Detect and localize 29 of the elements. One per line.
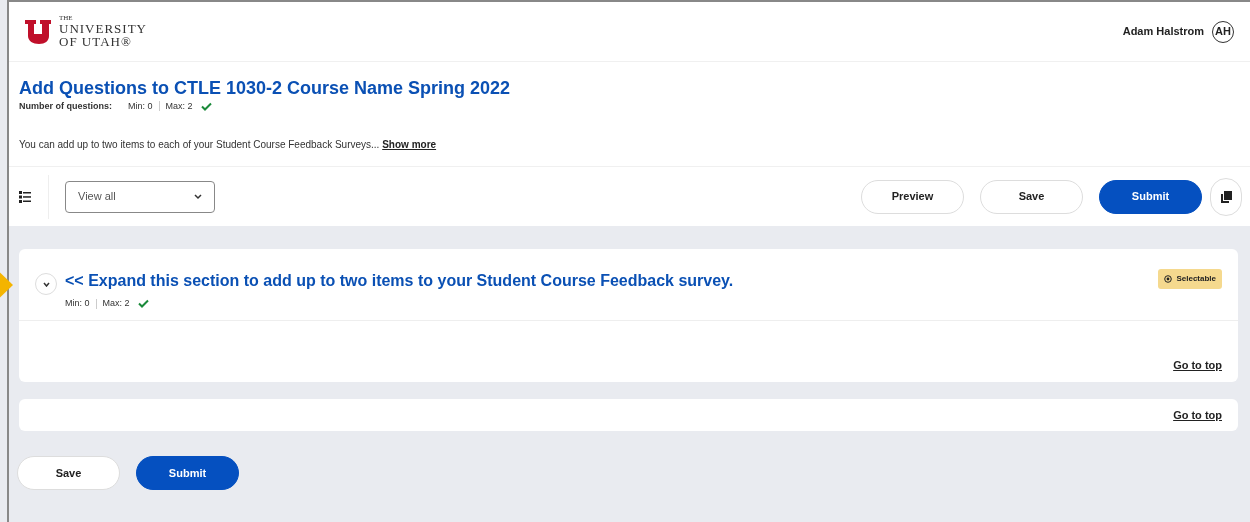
go-to-top-link[interactable]: Go to top [1173, 406, 1222, 424]
max-count: Max: 2 [102, 297, 130, 311]
logo-text: OF UTAH® [59, 35, 133, 48]
max-count: Max: 2 [165, 99, 193, 113]
action-button[interactable]: Submit [1099, 179, 1202, 214]
action-button[interactable]: Preview [861, 179, 964, 214]
action-button[interactable]: Save [980, 179, 1083, 214]
copy-icon [1220, 190, 1232, 203]
view-filter-dropdown[interactable]: View all [65, 180, 215, 213]
show-more-link[interactable]: Show more [382, 139, 437, 151]
page-title: Add Questions to CTLE 1030-2 Course Name Spring 2022 [19, 78, 512, 100]
chevron-down-icon [194, 193, 202, 200]
chevron-icon [42, 281, 50, 287]
min-count: Min: 0 [65, 297, 90, 311]
count-label: Number of questions: [19, 99, 112, 113]
expand-toggle[interactable] [35, 273, 57, 296]
selectable-tag: Selectable [1158, 269, 1222, 290]
radio-icon [1164, 275, 1173, 284]
description: You can add up to two items to each of your Student Course Feedback Surveys... [19, 139, 380, 151]
logo-icon [25, 19, 51, 44]
user-name: Adam Halstrom [1122, 24, 1204, 40]
logo-text: UNIVERSITY [59, 22, 147, 35]
action-button[interactable]: Save [17, 456, 120, 491]
section-title: << Expand this section to add up to two items to your Student Course Feedback survey. [65, 271, 735, 292]
copy-button[interactable] [1210, 177, 1242, 216]
list-icon[interactable] [19, 190, 31, 203]
go-to-top-link[interactable]: Go to top [1173, 357, 1222, 374]
min-count: Min: 0 [128, 99, 153, 113]
action-button[interactable]: Submit [136, 456, 239, 491]
